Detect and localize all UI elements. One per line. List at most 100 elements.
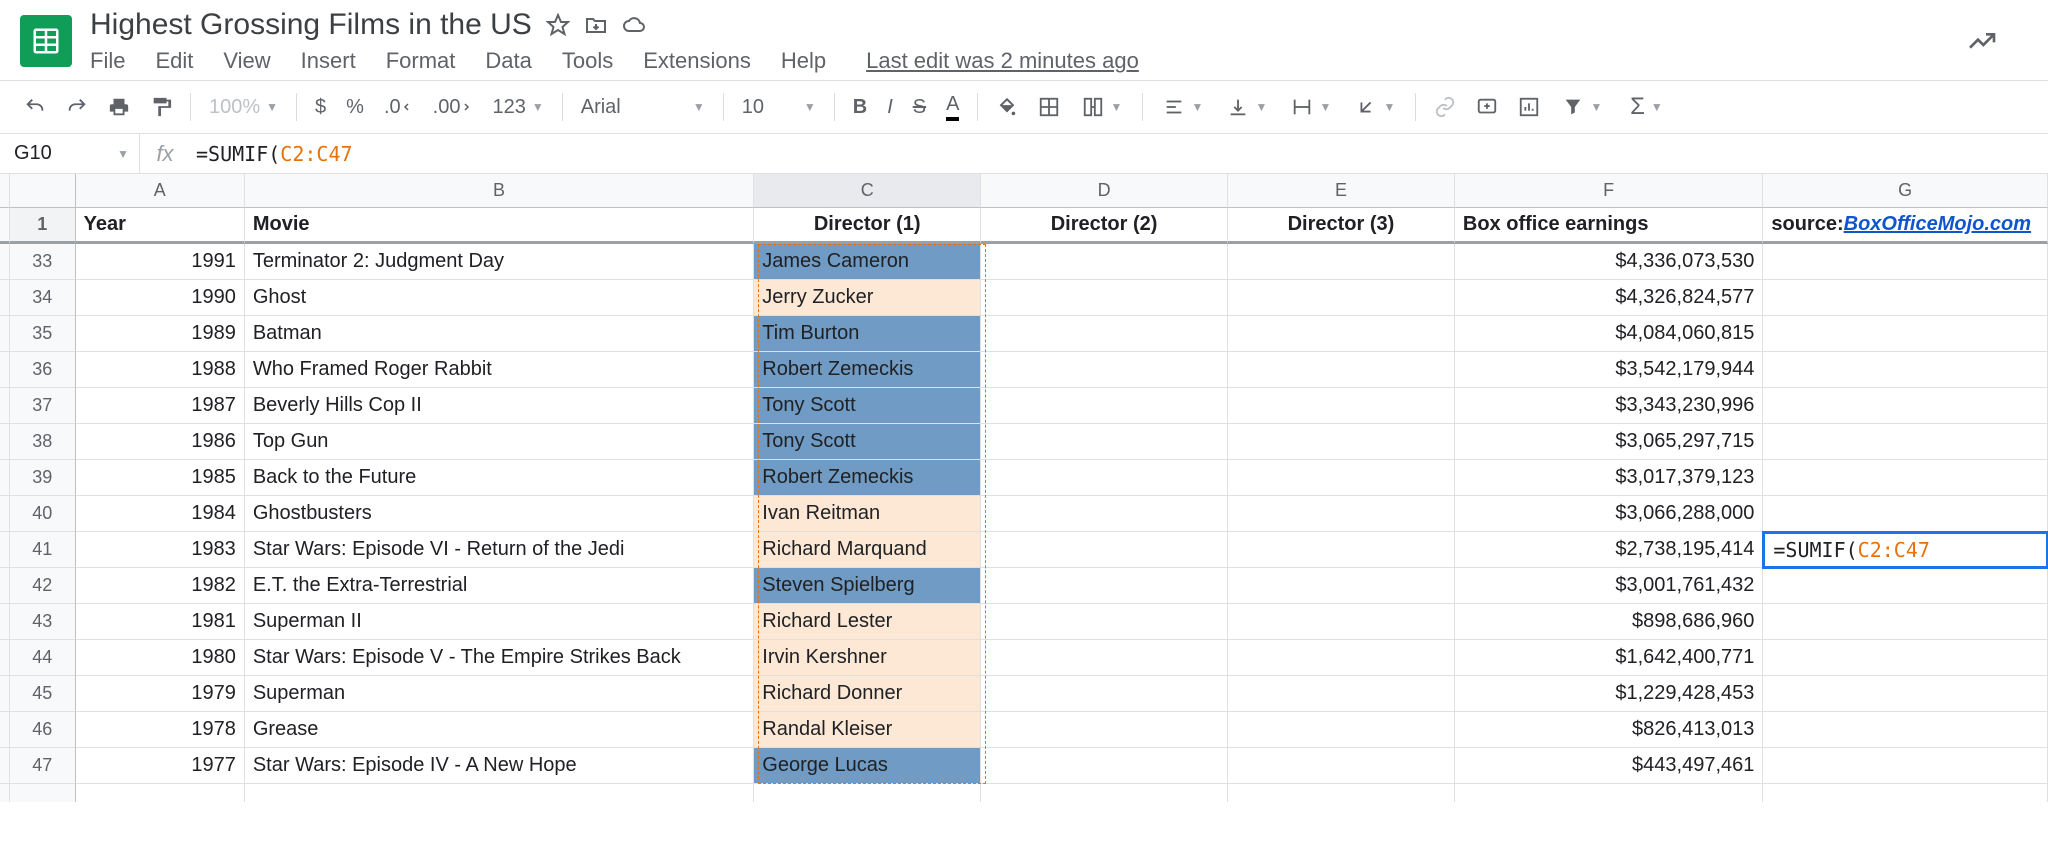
cell-movie[interactable]: Grease — [245, 712, 754, 748]
col-header-G[interactable]: G — [1763, 174, 2048, 208]
cell-year[interactable]: 1985 — [76, 460, 245, 496]
header-director-1[interactable]: Director (1) — [754, 208, 981, 244]
cell-director[interactable]: Ivan Reitman — [754, 496, 981, 532]
spreadsheet-grid[interactable]: A B C D E F G 1 Year Movie Director (1) … — [0, 174, 2048, 802]
cell-year[interactable]: 1981 — [76, 604, 245, 640]
cell-director3[interactable] — [1228, 316, 1455, 352]
cell-director[interactable]: Tony Scott — [754, 388, 981, 424]
cell-director2[interactable] — [981, 676, 1228, 712]
cell-year[interactable]: 1979 — [76, 676, 245, 712]
cell-director3[interactable] — [1228, 460, 1455, 496]
cell-movie[interactable]: Star Wars: Episode V - The Empire Strike… — [245, 640, 754, 676]
cell-box-office[interactable]: $3,542,179,944 — [1455, 352, 1763, 388]
borders-button[interactable] — [1030, 90, 1068, 124]
menu-insert[interactable]: Insert — [301, 48, 356, 74]
formula-bar-input[interactable]: =SUMIF(C2:C47 — [190, 142, 2048, 166]
menu-format[interactable]: Format — [386, 48, 456, 74]
col-header-E[interactable]: E — [1228, 174, 1455, 208]
cell-box-office[interactable]: $3,017,379,123 — [1455, 460, 1763, 496]
cell-box-office[interactable]: $826,413,013 — [1455, 712, 1763, 748]
star-icon[interactable] — [546, 13, 570, 37]
zoom-dropdown[interactable]: 100%▼ — [201, 92, 286, 123]
cell-director2[interactable] — [981, 424, 1228, 460]
menu-help[interactable]: Help — [781, 48, 826, 74]
cell-director2[interactable] — [981, 532, 1228, 568]
name-box[interactable]: G10▼ — [0, 134, 140, 173]
text-rotate-button[interactable]: ▼ — [1345, 92, 1405, 122]
cell-director[interactable]: Richard Lester — [754, 604, 981, 640]
cell-movie[interactable]: Batman — [245, 316, 754, 352]
cell-director3[interactable] — [1228, 640, 1455, 676]
cell-director3[interactable] — [1228, 676, 1455, 712]
row-header[interactable]: 39 — [10, 460, 76, 496]
row-header[interactable]: 37 — [10, 388, 76, 424]
cell-director3[interactable] — [1228, 712, 1455, 748]
cell-director3[interactable] — [1228, 604, 1455, 640]
cell-director3[interactable] — [1228, 424, 1455, 460]
cell-director[interactable]: George Lucas — [754, 748, 981, 784]
cell-movie[interactable]: Beverly Hills Cop II — [245, 388, 754, 424]
move-folder-icon[interactable] — [584, 13, 608, 37]
header-movie[interactable]: Movie — [245, 208, 754, 244]
col-header-B[interactable]: B — [245, 174, 755, 208]
cell-movie[interactable]: E.T. the Extra-Terrestrial — [245, 568, 754, 604]
activity-trend-icon[interactable] — [1966, 25, 2028, 57]
cell-g[interactable] — [1763, 352, 2048, 388]
cell-movie[interactable]: Ghostbusters — [245, 496, 754, 532]
cell-box-office[interactable]: $3,065,297,715 — [1455, 424, 1763, 460]
decrease-decimal-button[interactable]: .0 — [376, 90, 421, 125]
italic-button[interactable]: I — [879, 90, 901, 125]
cell-director2[interactable] — [981, 604, 1228, 640]
cell-director[interactable]: Robert Zemeckis — [754, 460, 981, 496]
merge-cells-button[interactable]: ▼ — [1072, 92, 1132, 122]
cell-box-office[interactable]: $3,343,230,996 — [1455, 388, 1763, 424]
cell-director[interactable]: Irvin Kershner — [754, 640, 981, 676]
menu-tools[interactable]: Tools — [562, 48, 613, 74]
cell-g[interactable] — [1763, 316, 2048, 352]
cell-g[interactable] — [1763, 424, 2048, 460]
functions-sigma-button[interactable]: Σ▼ — [1616, 89, 1676, 125]
cell-year[interactable]: 1989 — [76, 316, 245, 352]
row-header[interactable]: 34 — [10, 280, 76, 316]
font-family-dropdown[interactable]: Arial▼ — [573, 92, 713, 123]
cell-director3[interactable] — [1228, 388, 1455, 424]
cell-director3[interactable] — [1228, 568, 1455, 604]
insert-link-button[interactable] — [1426, 90, 1464, 124]
cell-g[interactable] — [1763, 244, 2048, 280]
row-header[interactable]: 33 — [10, 244, 76, 280]
cell-g[interactable] — [1763, 640, 2048, 676]
doc-title[interactable]: Highest Grossing Films in the US — [90, 8, 532, 42]
insert-chart-button[interactable] — [1510, 90, 1548, 124]
cell-director2[interactable] — [981, 244, 1228, 280]
bold-button[interactable]: B — [845, 90, 875, 125]
vertical-align-button[interactable]: ▼ — [1217, 92, 1277, 122]
filter-button[interactable]: ▼ — [1552, 92, 1612, 122]
cell-g[interactable] — [1763, 460, 2048, 496]
fill-color-button[interactable] — [988, 90, 1026, 124]
cell-g[interactable] — [1763, 280, 2048, 316]
cell-director3[interactable] — [1228, 748, 1455, 784]
cell-box-office[interactable]: $3,001,761,432 — [1455, 568, 1763, 604]
col-header-A[interactable]: A — [76, 174, 245, 208]
cell-director[interactable]: Richard Donner — [754, 676, 981, 712]
cell-director2[interactable] — [981, 568, 1228, 604]
cell-box-office[interactable]: $898,686,960 — [1455, 604, 1763, 640]
cell-movie[interactable]: Superman II — [245, 604, 754, 640]
col-header-F[interactable]: F — [1455, 174, 1763, 208]
cell-g[interactable] — [1763, 748, 2048, 784]
row-header[interactable]: 38 — [10, 424, 76, 460]
row-header[interactable]: 45 — [10, 676, 76, 712]
menu-data[interactable]: Data — [485, 48, 531, 74]
paint-format-icon[interactable] — [142, 90, 180, 124]
row-header-1[interactable]: 1 — [10, 208, 76, 244]
cell-director[interactable]: Richard Marquand — [754, 532, 981, 568]
cell-director3[interactable] — [1228, 532, 1455, 568]
row-header[interactable]: 35 — [10, 316, 76, 352]
cell-g[interactable]: G10 — [1763, 496, 2048, 532]
cell-year[interactable]: 1983 — [76, 532, 245, 568]
menu-extensions[interactable]: Extensions — [643, 48, 751, 74]
more-formats-dropdown[interactable]: 123▼ — [484, 92, 551, 123]
redo-icon[interactable] — [58, 90, 96, 124]
cell-director[interactable]: Robert Zemeckis — [754, 352, 981, 388]
cell-director2[interactable] — [981, 460, 1228, 496]
